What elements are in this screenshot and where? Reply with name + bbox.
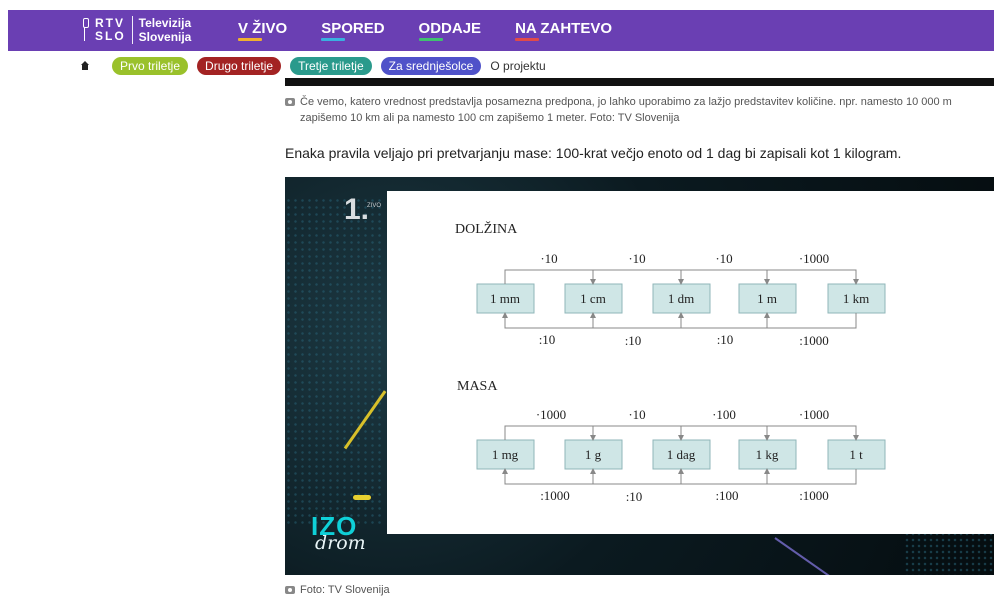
- episode-number-small: ZIVO: [367, 203, 382, 209]
- camera-icon: [285, 586, 295, 594]
- divide-label: :10: [539, 332, 556, 347]
- unit-label: 1 cm: [580, 291, 606, 306]
- nav-underline: [515, 38, 540, 41]
- logo-slovenija: Slovenija: [138, 30, 192, 44]
- dots-pattern: [285, 197, 385, 527]
- conversion-diagram-panel: DOLŽINA 1 mm 1 cm 1 dm 1 m 1 km ·10 ·10: [387, 191, 994, 534]
- dolzina-row: 1 mm 1 cm 1 dm 1 m 1 km ·10 ·10 ·10 ·100…: [476, 251, 886, 348]
- divide-label: :100: [715, 488, 738, 503]
- divide-label: :10: [626, 489, 643, 504]
- unit-label: 1 t: [849, 447, 863, 462]
- home-icon[interactable]: [80, 61, 90, 71]
- unit-label: 1 dm: [668, 291, 694, 306]
- pill-prvo-triletje[interactable]: Prvo triletje: [112, 57, 189, 75]
- pill-tretje-triletje[interactable]: Tretje triletje: [290, 57, 372, 75]
- unit-label: 1 km: [843, 291, 869, 306]
- multiply-label: ·10: [715, 251, 732, 266]
- link-o-projektu[interactable]: O projektu: [490, 59, 545, 73]
- nav-underline: [418, 38, 443, 41]
- nav-oddaje[interactable]: ODDAJE: [418, 20, 482, 41]
- caption-text: Foto: TV Slovenija: [300, 584, 390, 596]
- decorative-line: [353, 495, 371, 500]
- unit-label: 1 g: [585, 447, 602, 462]
- nav-spored-label: SPORED: [321, 20, 385, 37]
- multiply-label: ·1000: [536, 407, 566, 422]
- nav-underline: [321, 38, 346, 41]
- logo-televizija-slovenija: Televizija Slovenija: [139, 16, 192, 44]
- top-navigation-bar: RTV SLO Televizija Slovenija V ŽIVO SPOR…: [8, 10, 994, 51]
- episode-number: 1.: [344, 193, 370, 226]
- dolzina-title: DOLŽINA: [455, 220, 518, 237]
- divide-label: :10: [717, 332, 734, 347]
- nav-oddaje-label: ODDAJE: [418, 20, 482, 37]
- sub-navigation: Prvo triletje Drugo triletje Tretje tril…: [80, 56, 546, 76]
- logo-separator: [131, 16, 133, 44]
- multiply-label: ·10: [540, 251, 557, 266]
- caption-text: Če vemo, katero vrednost predstavlja pos…: [300, 96, 952, 124]
- pill-za-srednjesolce[interactable]: Za srednješolce: [380, 57, 482, 75]
- microphone-icon: [81, 18, 89, 42]
- article-image[interactable]: 1. ZIVO IZO drom DOLŽINA 1 mm 1 cm 1 dm …: [285, 177, 994, 575]
- multiply-label: ·100: [712, 407, 736, 422]
- nav-spored[interactable]: SPORED: [321, 20, 385, 41]
- izodrom-logo-bottom: drom: [315, 532, 366, 554]
- multiply-label: ·1000: [799, 407, 829, 422]
- pill-drugo-triletje[interactable]: Drugo triletje: [197, 57, 282, 75]
- masa-title: MASA: [457, 379, 498, 394]
- unit-label: 1 kg: [756, 447, 779, 462]
- unit-label: 1 mm: [490, 291, 520, 306]
- multiply-label: ·1000: [799, 251, 829, 266]
- unit-label: 1 dag: [667, 447, 696, 462]
- nav-na-zahtevo[interactable]: NA ZAHTEVO: [515, 20, 612, 41]
- image-caption: Če vemo, katero vrednost predstavlja pos…: [285, 94, 994, 126]
- nav-underline: [238, 38, 262, 41]
- main-nav: V ŽIVO SPORED ODDAJE NA ZAHTEVO: [238, 10, 646, 51]
- unit-label: 1 mg: [492, 447, 519, 462]
- conversion-diagram: DOLŽINA 1 mm 1 cm 1 dm 1 m 1 km ·10 ·10: [455, 220, 886, 504]
- unit-label: 1 m: [757, 291, 777, 306]
- previous-image-bottom: [285, 78, 994, 86]
- multiply-label: ·10: [628, 407, 645, 422]
- nav-na-zahtevo-label: NA ZAHTEVO: [515, 20, 613, 37]
- nav-v-zivo-label: V ŽIVO: [238, 20, 288, 37]
- nav-v-zivo[interactable]: V ŽIVO: [238, 20, 287, 41]
- divide-label: :1000: [799, 333, 829, 348]
- divide-label: :10: [625, 333, 642, 348]
- image-caption: Foto: TV Slovenija: [285, 582, 390, 597]
- rtv-slo-logo[interactable]: RTV SLO Televizija Slovenija: [81, 13, 191, 47]
- divide-label: :1000: [799, 488, 829, 503]
- logo-televizija: Televizija: [138, 16, 192, 30]
- logo-rtv-slo: RTV SLO: [95, 17, 126, 43]
- camera-icon: [285, 98, 295, 106]
- multiply-label: ·10: [628, 251, 645, 266]
- article-paragraph: Enaka pravila veljajo pri pretvarjanju m…: [285, 145, 902, 161]
- divide-label: :1000: [540, 488, 570, 503]
- logo-slo: SLO: [95, 29, 126, 43]
- masa-row: 1 mg 1 g 1 dag 1 kg 1 t ·1000 ·10 ·100 ·…: [476, 407, 886, 504]
